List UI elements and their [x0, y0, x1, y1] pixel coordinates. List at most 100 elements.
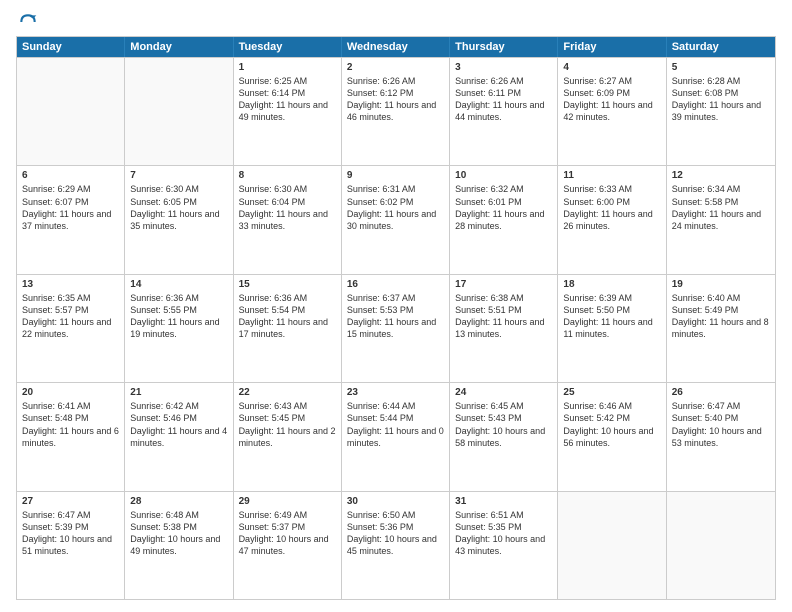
day-cell-12: 12Sunrise: 6:34 AM Sunset: 5:58 PM Dayli…: [667, 166, 775, 273]
day-cell-6: 6Sunrise: 6:29 AM Sunset: 6:07 PM Daylig…: [17, 166, 125, 273]
day-cell-20: 20Sunrise: 6:41 AM Sunset: 5:48 PM Dayli…: [17, 383, 125, 490]
day-cell-8: 8Sunrise: 6:30 AM Sunset: 6:04 PM Daylig…: [234, 166, 342, 273]
day-cell-21: 21Sunrise: 6:42 AM Sunset: 5:46 PM Dayli…: [125, 383, 233, 490]
day-cell-25: 25Sunrise: 6:46 AM Sunset: 5:42 PM Dayli…: [558, 383, 666, 490]
day-number: 14: [130, 278, 227, 291]
cell-info: Sunrise: 6:27 AM Sunset: 6:09 PM Dayligh…: [563, 75, 660, 124]
cell-info: Sunrise: 6:31 AM Sunset: 6:02 PM Dayligh…: [347, 183, 444, 232]
header-day-sunday: Sunday: [17, 37, 125, 57]
cell-info: Sunrise: 6:37 AM Sunset: 5:53 PM Dayligh…: [347, 292, 444, 341]
calendar-row-2: 6Sunrise: 6:29 AM Sunset: 6:07 PM Daylig…: [17, 165, 775, 273]
cell-info: Sunrise: 6:47 AM Sunset: 5:39 PM Dayligh…: [22, 509, 119, 558]
day-number: 23: [347, 386, 444, 399]
day-number: 11: [563, 169, 660, 182]
cell-info: Sunrise: 6:38 AM Sunset: 5:51 PM Dayligh…: [455, 292, 552, 341]
day-number: 18: [563, 278, 660, 291]
day-number: 17: [455, 278, 552, 291]
cell-info: Sunrise: 6:49 AM Sunset: 5:37 PM Dayligh…: [239, 509, 336, 558]
day-number: 2: [347, 61, 444, 74]
day-number: 16: [347, 278, 444, 291]
cell-info: Sunrise: 6:30 AM Sunset: 6:05 PM Dayligh…: [130, 183, 227, 232]
calendar-row-1: 1Sunrise: 6:25 AM Sunset: 6:14 PM Daylig…: [17, 57, 775, 165]
cell-info: Sunrise: 6:40 AM Sunset: 5:49 PM Dayligh…: [672, 292, 770, 341]
header-day-tuesday: Tuesday: [234, 37, 342, 57]
day-number: 29: [239, 495, 336, 508]
cell-info: Sunrise: 6:45 AM Sunset: 5:43 PM Dayligh…: [455, 400, 552, 449]
cell-info: Sunrise: 6:32 AM Sunset: 6:01 PM Dayligh…: [455, 183, 552, 232]
day-number: 15: [239, 278, 336, 291]
header: [16, 12, 776, 32]
cell-info: Sunrise: 6:33 AM Sunset: 6:00 PM Dayligh…: [563, 183, 660, 232]
day-cell-1: 1Sunrise: 6:25 AM Sunset: 6:14 PM Daylig…: [234, 58, 342, 165]
day-number: 22: [239, 386, 336, 399]
cell-info: Sunrise: 6:29 AM Sunset: 6:07 PM Dayligh…: [22, 183, 119, 232]
day-cell-5: 5Sunrise: 6:28 AM Sunset: 6:08 PM Daylig…: [667, 58, 775, 165]
day-cell-23: 23Sunrise: 6:44 AM Sunset: 5:44 PM Dayli…: [342, 383, 450, 490]
day-number: 9: [347, 169, 444, 182]
day-cell-4: 4Sunrise: 6:27 AM Sunset: 6:09 PM Daylig…: [558, 58, 666, 165]
day-cell-13: 13Sunrise: 6:35 AM Sunset: 5:57 PM Dayli…: [17, 275, 125, 382]
day-cell-29: 29Sunrise: 6:49 AM Sunset: 5:37 PM Dayli…: [234, 492, 342, 599]
cell-info: Sunrise: 6:47 AM Sunset: 5:40 PM Dayligh…: [672, 400, 770, 449]
calendar-body: 1Sunrise: 6:25 AM Sunset: 6:14 PM Daylig…: [17, 57, 775, 599]
empty-cell: [125, 58, 233, 165]
day-number: 24: [455, 386, 552, 399]
logo: [16, 12, 40, 32]
calendar-row-5: 27Sunrise: 6:47 AM Sunset: 5:39 PM Dayli…: [17, 491, 775, 599]
day-cell-22: 22Sunrise: 6:43 AM Sunset: 5:45 PM Dayli…: [234, 383, 342, 490]
day-number: 21: [130, 386, 227, 399]
cell-info: Sunrise: 6:35 AM Sunset: 5:57 PM Dayligh…: [22, 292, 119, 341]
day-cell-16: 16Sunrise: 6:37 AM Sunset: 5:53 PM Dayli…: [342, 275, 450, 382]
header-day-thursday: Thursday: [450, 37, 558, 57]
cell-info: Sunrise: 6:48 AM Sunset: 5:38 PM Dayligh…: [130, 509, 227, 558]
day-number: 8: [239, 169, 336, 182]
cell-info: Sunrise: 6:46 AM Sunset: 5:42 PM Dayligh…: [563, 400, 660, 449]
cell-info: Sunrise: 6:36 AM Sunset: 5:55 PM Dayligh…: [130, 292, 227, 341]
empty-cell: [17, 58, 125, 165]
cell-info: Sunrise: 6:36 AM Sunset: 5:54 PM Dayligh…: [239, 292, 336, 341]
empty-cell: [558, 492, 666, 599]
cell-info: Sunrise: 6:44 AM Sunset: 5:44 PM Dayligh…: [347, 400, 444, 449]
day-cell-19: 19Sunrise: 6:40 AM Sunset: 5:49 PM Dayli…: [667, 275, 775, 382]
header-day-monday: Monday: [125, 37, 233, 57]
page: SundayMondayTuesdayWednesdayThursdayFrid…: [0, 0, 792, 612]
day-number: 7: [130, 169, 227, 182]
day-number: 13: [22, 278, 119, 291]
day-number: 1: [239, 61, 336, 74]
day-number: 30: [347, 495, 444, 508]
day-number: 27: [22, 495, 119, 508]
header-day-wednesday: Wednesday: [342, 37, 450, 57]
day-cell-28: 28Sunrise: 6:48 AM Sunset: 5:38 PM Dayli…: [125, 492, 233, 599]
day-number: 31: [455, 495, 552, 508]
day-cell-26: 26Sunrise: 6:47 AM Sunset: 5:40 PM Dayli…: [667, 383, 775, 490]
day-number: 12: [672, 169, 770, 182]
day-cell-24: 24Sunrise: 6:45 AM Sunset: 5:43 PM Dayli…: [450, 383, 558, 490]
cell-info: Sunrise: 6:25 AM Sunset: 6:14 PM Dayligh…: [239, 75, 336, 124]
day-number: 20: [22, 386, 119, 399]
day-number: 28: [130, 495, 227, 508]
cell-info: Sunrise: 6:39 AM Sunset: 5:50 PM Dayligh…: [563, 292, 660, 341]
cell-info: Sunrise: 6:51 AM Sunset: 5:35 PM Dayligh…: [455, 509, 552, 558]
day-cell-7: 7Sunrise: 6:30 AM Sunset: 6:05 PM Daylig…: [125, 166, 233, 273]
day-cell-3: 3Sunrise: 6:26 AM Sunset: 6:11 PM Daylig…: [450, 58, 558, 165]
day-cell-14: 14Sunrise: 6:36 AM Sunset: 5:55 PM Dayli…: [125, 275, 233, 382]
cell-info: Sunrise: 6:41 AM Sunset: 5:48 PM Dayligh…: [22, 400, 119, 449]
empty-cell: [667, 492, 775, 599]
day-number: 25: [563, 386, 660, 399]
calendar-row-3: 13Sunrise: 6:35 AM Sunset: 5:57 PM Dayli…: [17, 274, 775, 382]
day-number: 4: [563, 61, 660, 74]
header-day-saturday: Saturday: [667, 37, 775, 57]
cell-info: Sunrise: 6:26 AM Sunset: 6:12 PM Dayligh…: [347, 75, 444, 124]
day-cell-9: 9Sunrise: 6:31 AM Sunset: 6:02 PM Daylig…: [342, 166, 450, 273]
day-cell-10: 10Sunrise: 6:32 AM Sunset: 6:01 PM Dayli…: [450, 166, 558, 273]
cell-info: Sunrise: 6:26 AM Sunset: 6:11 PM Dayligh…: [455, 75, 552, 124]
day-cell-15: 15Sunrise: 6:36 AM Sunset: 5:54 PM Dayli…: [234, 275, 342, 382]
day-number: 10: [455, 169, 552, 182]
day-cell-27: 27Sunrise: 6:47 AM Sunset: 5:39 PM Dayli…: [17, 492, 125, 599]
cell-info: Sunrise: 6:34 AM Sunset: 5:58 PM Dayligh…: [672, 183, 770, 232]
day-cell-2: 2Sunrise: 6:26 AM Sunset: 6:12 PM Daylig…: [342, 58, 450, 165]
cell-info: Sunrise: 6:50 AM Sunset: 5:36 PM Dayligh…: [347, 509, 444, 558]
day-cell-18: 18Sunrise: 6:39 AM Sunset: 5:50 PM Dayli…: [558, 275, 666, 382]
cell-info: Sunrise: 6:43 AM Sunset: 5:45 PM Dayligh…: [239, 400, 336, 449]
cell-info: Sunrise: 6:30 AM Sunset: 6:04 PM Dayligh…: [239, 183, 336, 232]
